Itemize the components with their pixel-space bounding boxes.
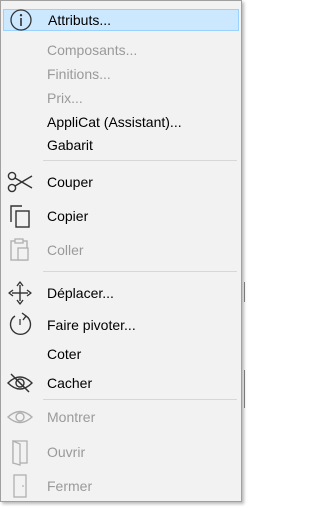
menu-item-label: Gabarit [47,137,93,153]
move-icon [5,279,35,307]
scissors-icon [5,168,35,196]
menu-item-label: Faire pivoter... [47,317,136,333]
background-edge [244,370,245,408]
background-edge [244,282,245,302]
menu-item-label: Attributs... [48,12,112,28]
eye-hidden-icon [5,369,35,397]
eye-icon [5,403,35,431]
rotate-icon [5,311,35,339]
menu-item-gabarit[interactable]: Gabarit [3,134,239,156]
menu-item-copier[interactable]: Copier [3,202,239,230]
menu-item-applicat[interactable]: AppliCat (Assistant)... [3,111,239,133]
menu-item-attributs[interactable]: Attributs... [3,9,239,31]
menu-item-label: Coller [47,242,84,258]
menu-item-couper[interactable]: Couper [3,171,239,193]
menu-separator [43,399,237,400]
menu-item-fermer[interactable]: Fermer [3,472,239,500]
menu-item-coter[interactable]: Coter [3,343,239,365]
menu-item-ouvrir[interactable]: Ouvrir [3,438,239,466]
menu-item-composants[interactable]: Composants... [3,39,239,61]
menu-item-label: Montrer [47,409,96,425]
menu-item-label: Fermer [47,478,93,494]
menu-item-label: Copier [47,208,89,224]
door-open-icon [5,438,35,466]
menu-item-finitions[interactable]: Finitions... [3,63,239,85]
menu-item-prix[interactable]: Prix... [3,87,239,109]
door-closed-icon [5,472,35,500]
menu-item-label: Coter [47,346,82,362]
menu-item-label: Couper [47,174,93,190]
menu-item-label: Ouvrir [47,444,86,460]
menu-item-montrer[interactable]: Montrer [3,406,239,428]
menu-item-faire-pivoter[interactable]: Faire pivoter... [3,311,239,339]
menu-item-label: Composants... [47,42,138,58]
menu-separator [43,271,237,272]
paste-icon [5,236,35,264]
menu-item-label: AppliCat (Assistant)... [47,114,182,130]
menu-item-label: Cacher [47,375,93,391]
menu-item-label: Déplacer... [47,285,114,301]
context-menu: Attributs... Composants... Finitions... … [0,0,242,502]
info-icon [6,6,36,34]
copy-icon [5,202,35,230]
menu-item-label: Finitions... [47,66,111,82]
menu-item-coller[interactable]: Coller [3,236,239,264]
menu-item-deplacer[interactable]: Déplacer... [3,279,239,307]
menu-separator [43,160,237,161]
menu-item-cacher[interactable]: Cacher [3,372,239,394]
menu-item-label: Prix... [47,90,83,106]
